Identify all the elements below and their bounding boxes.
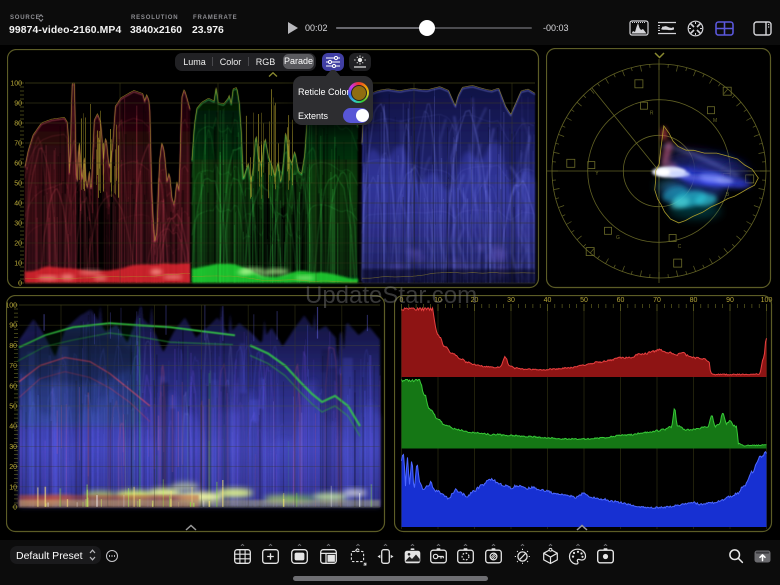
svg-text:80: 80 bbox=[14, 121, 22, 128]
svg-text:0: 0 bbox=[13, 505, 17, 512]
svg-text:10: 10 bbox=[9, 484, 17, 491]
svg-text:20: 20 bbox=[14, 241, 22, 248]
svg-text:60: 60 bbox=[617, 297, 625, 304]
svg-text:100: 100 bbox=[10, 81, 22, 88]
svg-text:30: 30 bbox=[14, 221, 22, 228]
svg-text:50: 50 bbox=[14, 181, 22, 188]
svg-text:80: 80 bbox=[690, 297, 698, 304]
svg-text:40: 40 bbox=[9, 424, 17, 431]
svg-text:R: R bbox=[650, 111, 654, 117]
svg-text:G: G bbox=[616, 235, 620, 241]
svg-text:30: 30 bbox=[9, 444, 17, 451]
svg-text:90: 90 bbox=[14, 101, 22, 108]
svg-text:60: 60 bbox=[14, 161, 22, 168]
svg-text:40: 40 bbox=[14, 201, 22, 208]
svg-text:100: 100 bbox=[6, 303, 17, 310]
svg-text:90: 90 bbox=[9, 323, 17, 330]
svg-text:0: 0 bbox=[18, 281, 22, 288]
svg-text:70: 70 bbox=[653, 297, 661, 304]
svg-text:70: 70 bbox=[14, 141, 22, 148]
svg-text:20: 20 bbox=[9, 464, 17, 471]
svg-text:60: 60 bbox=[9, 383, 17, 390]
svg-text:10: 10 bbox=[14, 261, 22, 268]
svg-text:50: 50 bbox=[9, 404, 17, 411]
svg-text:M: M bbox=[713, 118, 717, 124]
svg-text:C: C bbox=[678, 244, 682, 250]
svg-text:90: 90 bbox=[726, 297, 734, 304]
